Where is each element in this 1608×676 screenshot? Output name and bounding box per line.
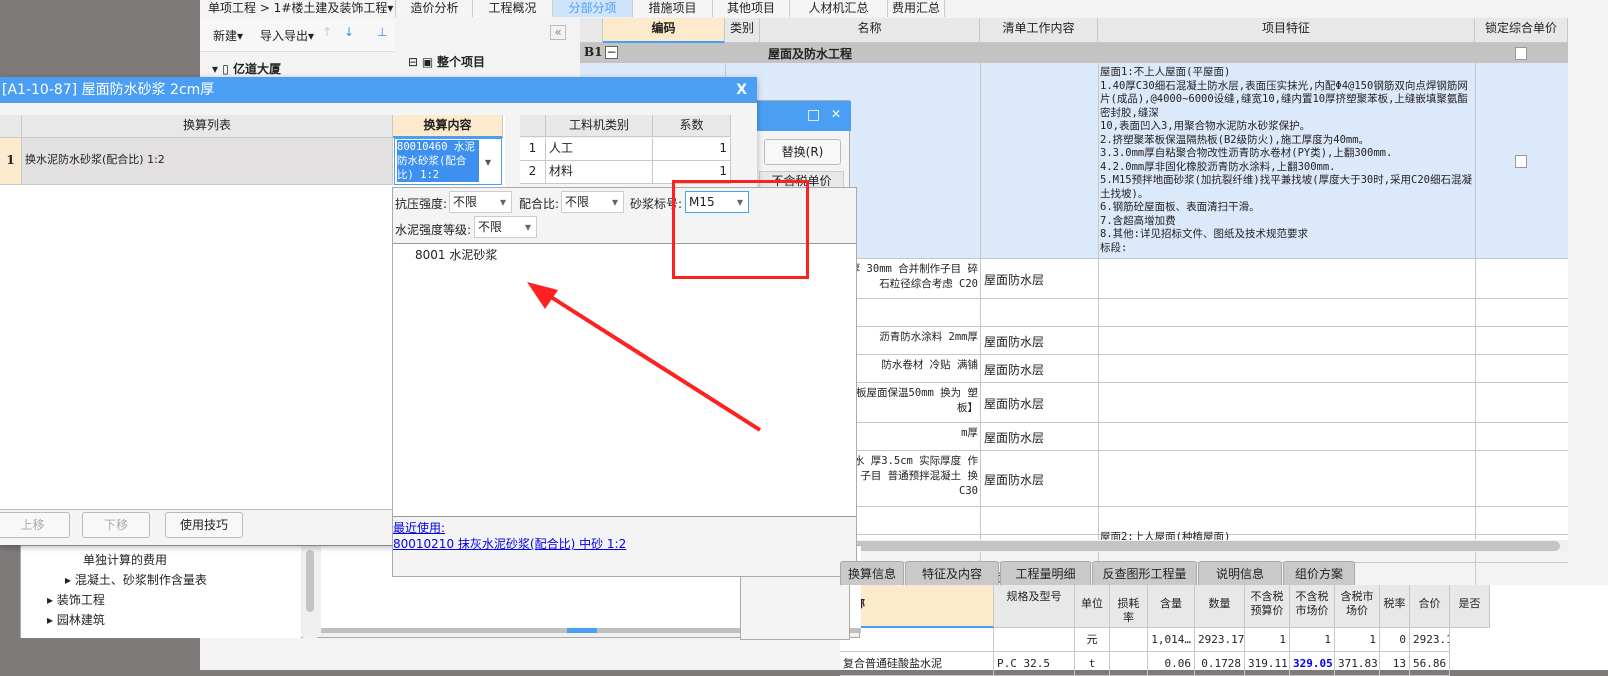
bottom-tab-1[interactable]: 特征及内容 — [905, 561, 999, 585]
arrow-head — [527, 282, 558, 309]
annotation-arrow — [527, 282, 762, 432]
bottom-tab-4[interactable]: 说明信息 — [1198, 561, 1282, 585]
bottom-tab-3[interactable]: 反查图形工程量 — [1092, 561, 1197, 585]
bottom-tab-2[interactable]: 工程量明细 — [1000, 561, 1091, 585]
bottom-tab-0[interactable]: 换算信息 — [840, 561, 904, 585]
arrow-shaft — [538, 288, 762, 432]
bottom-tab-5[interactable]: 组价方案 — [1283, 561, 1355, 585]
